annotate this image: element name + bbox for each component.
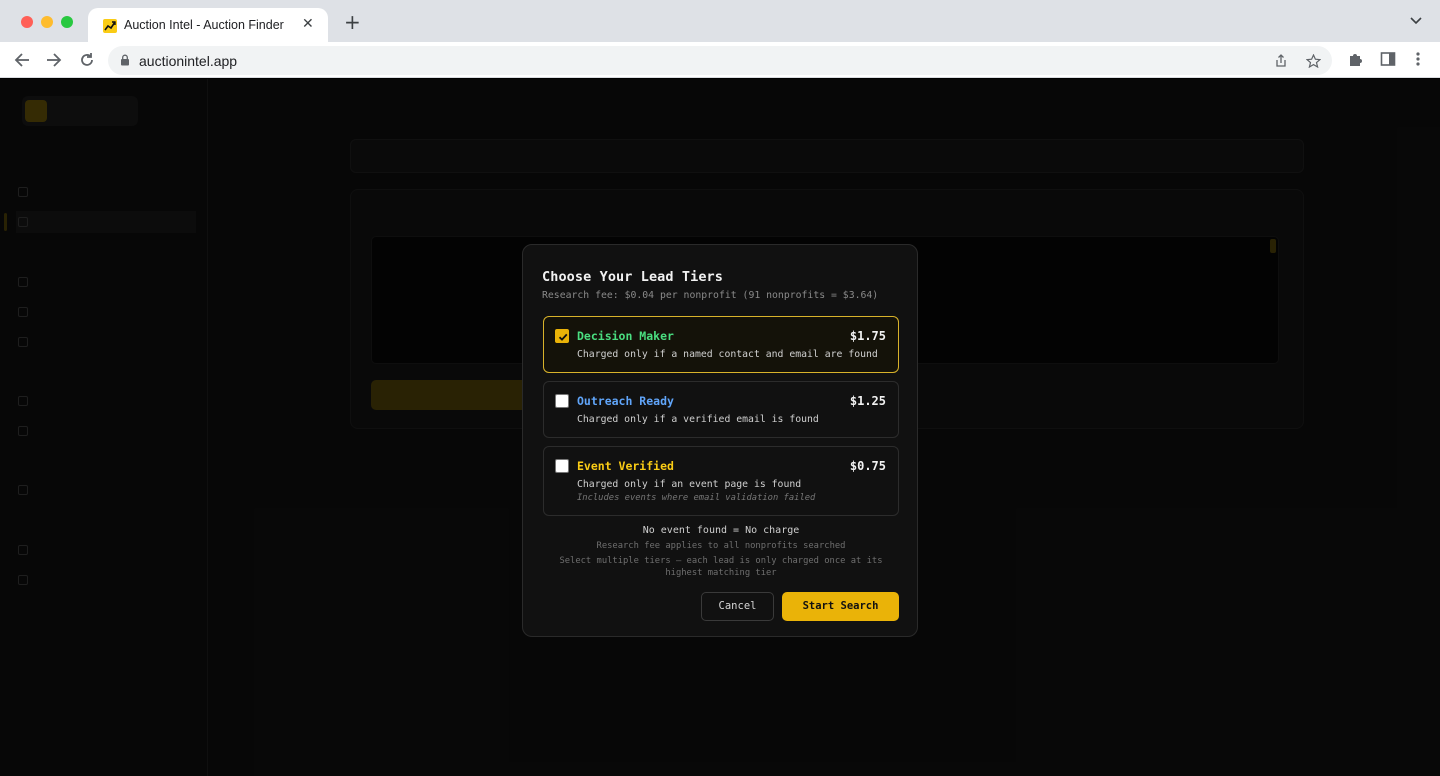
checkmark-icon — [558, 333, 568, 341]
multi-tier-note: Select multiple tiers — each lead is onl… — [559, 556, 883, 578]
address-url: auctionintel.app — [139, 53, 238, 69]
browser-toolbar: auctionintel.app — [0, 42, 1440, 78]
share-icon[interactable] — [1274, 54, 1288, 68]
tier-checkbox-outreach-ready[interactable] — [555, 394, 569, 408]
tier-description: Charged only if an event page is found — [577, 479, 802, 490]
tier-checkbox-event-verified[interactable] — [555, 459, 569, 473]
browser-tab-active[interactable]: Auction Intel - Auction Finder ✕ — [88, 8, 328, 42]
browser-titlebar: Auction Intel - Auction Finder ✕ + — [0, 0, 1440, 42]
back-arrow-icon[interactable] — [13, 51, 31, 69]
tier-note: Includes events where email validation f… — [577, 493, 816, 503]
modal-research-fee: Research fee: $0.04 per nonprofit (91 no… — [542, 290, 879, 301]
window-minimize-button[interactable] — [41, 16, 53, 28]
bookmark-star-icon[interactable] — [1306, 54, 1321, 68]
tier-price: $1.75 — [849, 329, 886, 343]
tier-option-outreach-ready[interactable]: Outreach Ready $1.25 Charged only if a v… — [543, 381, 899, 438]
tab-title: Auction Intel - Auction Finder — [124, 18, 284, 32]
tier-option-event-verified[interactable]: Event Verified $0.75 Charged only if an … — [543, 446, 899, 516]
start-search-button[interactable]: Start Search — [782, 592, 899, 621]
chart-trend-icon — [103, 19, 117, 33]
no-charge-note: No event found = No charge — [642, 525, 800, 536]
tab-close-icon[interactable]: ✕ — [302, 16, 314, 32]
forward-arrow-icon[interactable] — [45, 51, 63, 69]
tier-option-decision-maker[interactable]: Decision Maker $1.75 Charged only if a n… — [543, 316, 899, 373]
kebab-menu-icon[interactable] — [1412, 51, 1424, 67]
extensions-puzzle-icon[interactable] — [1348, 51, 1364, 67]
reload-icon[interactable] — [78, 51, 96, 69]
tier-name: Outreach Ready — [577, 394, 674, 408]
chevron-down-icon[interactable] — [1410, 17, 1422, 25]
research-fee-note: Research fee applies to all nonprofits s… — [596, 541, 846, 551]
tier-name: Event Verified — [577, 459, 674, 473]
modal-title: Choose Your Lead Tiers — [542, 269, 724, 285]
side-panel-icon[interactable] — [1380, 51, 1396, 67]
tier-price: $0.75 — [849, 459, 886, 473]
cancel-button[interactable]: Cancel — [701, 592, 774, 621]
lock-icon — [121, 54, 129, 66]
new-tab-icon[interactable]: + — [344, 12, 361, 32]
tier-description: Charged only if a verified email is foun… — [577, 414, 819, 425]
address-bar[interactable]: auctionintel.app — [108, 46, 1332, 75]
lead-tiers-modal: Choose Your Lead Tiers Research fee: $0.… — [522, 244, 918, 637]
window-close-button[interactable] — [21, 16, 33, 28]
tier-description: Charged only if a named contact and emai… — [577, 349, 878, 360]
window-maximize-button[interactable] — [61, 16, 73, 28]
tier-checkbox-decision-maker[interactable] — [555, 329, 569, 343]
tier-name: Decision Maker — [577, 329, 674, 343]
tier-price: $1.25 — [849, 394, 886, 408]
